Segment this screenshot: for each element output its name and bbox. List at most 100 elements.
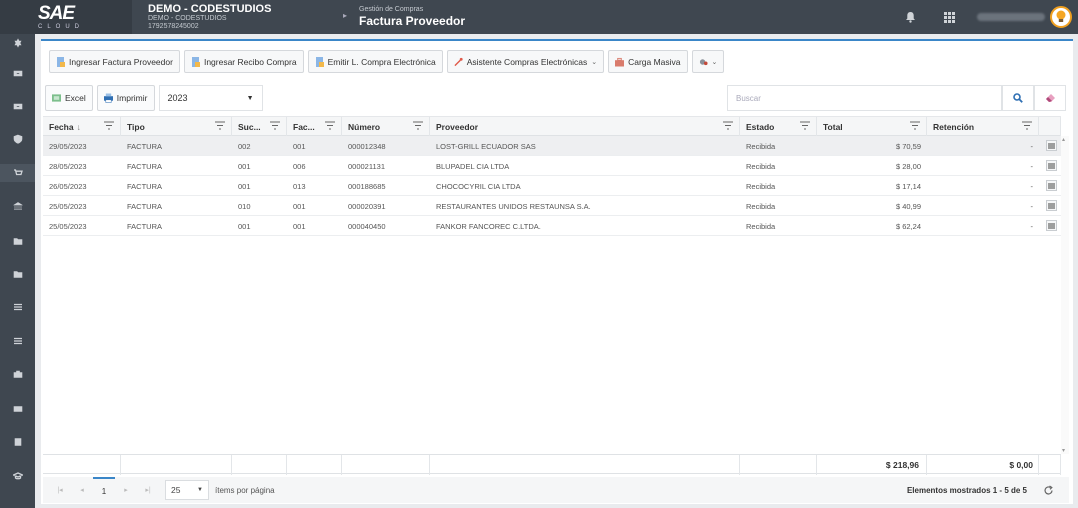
ingresar-factura-button[interactable]: Ingresar Factura Proveedor xyxy=(49,50,180,73)
table-row[interactable]: 25/05/2023 FACTURA 001 001 000040450 FANKOR F… xyxy=(43,216,1061,236)
bank-icon xyxy=(12,202,23,210)
col-actions-header[interactable] xyxy=(1039,117,1061,136)
year-select[interactable]: 2023 ▼ xyxy=(158,85,263,111)
excel-export-button[interactable]: Excel xyxy=(45,85,93,111)
gear-icon xyxy=(14,38,21,48)
row-menu-button[interactable] xyxy=(1046,180,1057,191)
column-divider xyxy=(286,455,287,475)
cell-suc: 001 xyxy=(238,161,251,171)
nav-item-cart[interactable] xyxy=(0,164,35,182)
breadcrumb: Gestión de Compras Factura Proveedor xyxy=(359,6,465,28)
page-size-select[interactable]: 25 ▼ xyxy=(165,480,209,500)
col-retencion-header[interactable]: Retención xyxy=(927,117,1039,136)
filter-icon[interactable] xyxy=(413,121,423,131)
table-row[interactable]: 26/05/2023 FACTURA 001 013 000188685 CHOCOCYR… xyxy=(43,176,1061,196)
nav-item-briefcase[interactable] xyxy=(0,365,35,383)
asistente-compras-dropdown[interactable]: Asistente Compras Electrónicas ⌄ xyxy=(446,50,605,73)
nav-item-inbox[interactable] xyxy=(0,97,35,115)
company-info[interactable]: DEMO - CODESTUDIOS DEMO - CODESTUDIOS 17… xyxy=(148,3,271,31)
bell-icon[interactable] xyxy=(901,8,919,26)
row-menu-button[interactable] xyxy=(1046,160,1057,171)
col-proveedor-header[interactable]: Proveedor xyxy=(430,117,740,136)
table-row[interactable]: 29/05/2023 FACTURA 002 001 000012348 LOST-GRI… xyxy=(43,136,1061,156)
print-label: Imprimir xyxy=(116,93,148,103)
inbox-icon xyxy=(13,70,22,77)
grid-icon[interactable] xyxy=(940,8,958,26)
first-page-button[interactable]: |◂ xyxy=(49,477,71,503)
asistente-compras-label: Asistente Compras Electrónicas xyxy=(466,56,588,67)
clear-search-button[interactable] xyxy=(1034,85,1066,111)
hamburger-icon xyxy=(1048,203,1055,208)
cart-icon xyxy=(13,169,23,176)
row-menu-button[interactable] xyxy=(1046,200,1057,211)
cell-numero: 000020391 xyxy=(348,201,386,211)
column-divider xyxy=(739,455,740,475)
emitir-liquidacion-button[interactable]: Emitir L. Compra Electrónica xyxy=(307,50,443,73)
column-divider xyxy=(120,455,121,475)
cell-fecha: 25/05/2023 xyxy=(49,221,87,231)
col-tipo-header[interactable]: Tipo xyxy=(121,117,232,136)
avatar[interactable] xyxy=(1050,6,1072,28)
cell-proveedor: LOST-GRILL ECUADOR SAS xyxy=(436,141,536,151)
nav-item-folder[interactable] xyxy=(0,232,35,250)
col-numero-header[interactable]: Número xyxy=(342,117,430,136)
more-actions-dropdown[interactable]: ⌄ xyxy=(691,50,725,73)
ingresar-factura-label: Ingresar Factura Proveedor xyxy=(69,56,173,67)
next-page-button[interactable]: ▸ xyxy=(115,477,137,503)
cell-retencion: - xyxy=(1030,181,1034,191)
print-button[interactable]: Imprimir xyxy=(96,85,155,111)
sort-desc-icon: ↓ xyxy=(76,121,81,132)
company-ruc: 1792578245002 xyxy=(148,23,199,30)
filter-icon[interactable] xyxy=(104,121,114,131)
col-facturacion-header[interactable]: Fac... xyxy=(287,117,342,136)
filter-icon[interactable] xyxy=(215,121,225,131)
col-total-header[interactable]: Total xyxy=(817,117,927,136)
row-menu-button[interactable] xyxy=(1046,140,1057,151)
nav-item-card[interactable] xyxy=(0,400,35,418)
prev-page-button[interactable]: ◂ xyxy=(71,477,93,503)
nav-item-list[interactable] xyxy=(0,332,35,350)
nav-item-bank[interactable] xyxy=(0,197,35,215)
nav-item-book[interactable] xyxy=(0,433,35,451)
cell-suc: 001 xyxy=(238,181,251,191)
nav-item-inbox[interactable] xyxy=(0,64,35,82)
col-estado-label: Estado xyxy=(746,121,775,132)
user-name[interactable] xyxy=(977,13,1045,21)
filter-icon[interactable] xyxy=(800,121,810,131)
carga-masiva-button[interactable]: Carga Masiva xyxy=(608,50,688,73)
app-logo[interactable]: SAE CLOUD xyxy=(0,0,132,34)
col-fecha-header[interactable]: Fecha ↓ xyxy=(43,117,121,136)
nav-item-folder[interactable] xyxy=(0,265,35,283)
nav-item-gear[interactable] xyxy=(0,34,35,52)
filter-icon[interactable] xyxy=(723,121,733,131)
search-input[interactable]: Buscar xyxy=(727,85,1002,111)
nav-item-shield[interactable] xyxy=(0,130,35,148)
invoice-grid: Fecha ↓ Tipo Suc... Fac... Número Proveedor Est… xyxy=(43,116,1069,475)
ingresar-recibo-button[interactable]: Ingresar Recibo Compra xyxy=(183,50,304,73)
col-estado-header[interactable]: Estado xyxy=(740,117,817,136)
nav-item-graduation[interactable] xyxy=(0,467,35,485)
row-menu-button[interactable] xyxy=(1046,220,1057,231)
nav-item-list[interactable] xyxy=(0,298,35,316)
search-icon xyxy=(1013,93,1023,103)
filter-icon[interactable] xyxy=(270,121,280,131)
filter-icon[interactable] xyxy=(325,121,335,131)
table-row[interactable]: 25/05/2023 FACTURA 010 001 000020391 RESTAURA… xyxy=(43,196,1061,216)
refresh-button[interactable] xyxy=(1041,483,1055,497)
filter-icon[interactable] xyxy=(910,121,920,131)
vertical-scrollbar[interactable]: ▴ ▾ xyxy=(1061,136,1069,454)
col-sucursal-label: Suc... xyxy=(238,121,261,132)
total-sum: $ 218,96 xyxy=(885,460,919,470)
year-value: 2023 xyxy=(167,93,188,103)
last-page-button[interactable]: ▸| xyxy=(137,477,159,503)
col-proveedor-label: Proveedor xyxy=(436,121,479,132)
folder-icon xyxy=(13,271,22,278)
search-button[interactable] xyxy=(1002,85,1034,111)
hamburger-icon xyxy=(1048,183,1055,188)
grid-header: Fecha ↓ Tipo Suc... Fac... Número Proveedor Est… xyxy=(43,116,1061,136)
current-page[interactable]: 1 xyxy=(93,477,115,503)
col-sucursal-header[interactable]: Suc... xyxy=(232,117,287,136)
table-row[interactable]: 28/05/2023 FACTURA 001 006 000021131 BLUPADEL… xyxy=(43,156,1061,176)
cell-total: $ 28,00 xyxy=(895,161,921,171)
filter-icon[interactable] xyxy=(1022,121,1032,131)
